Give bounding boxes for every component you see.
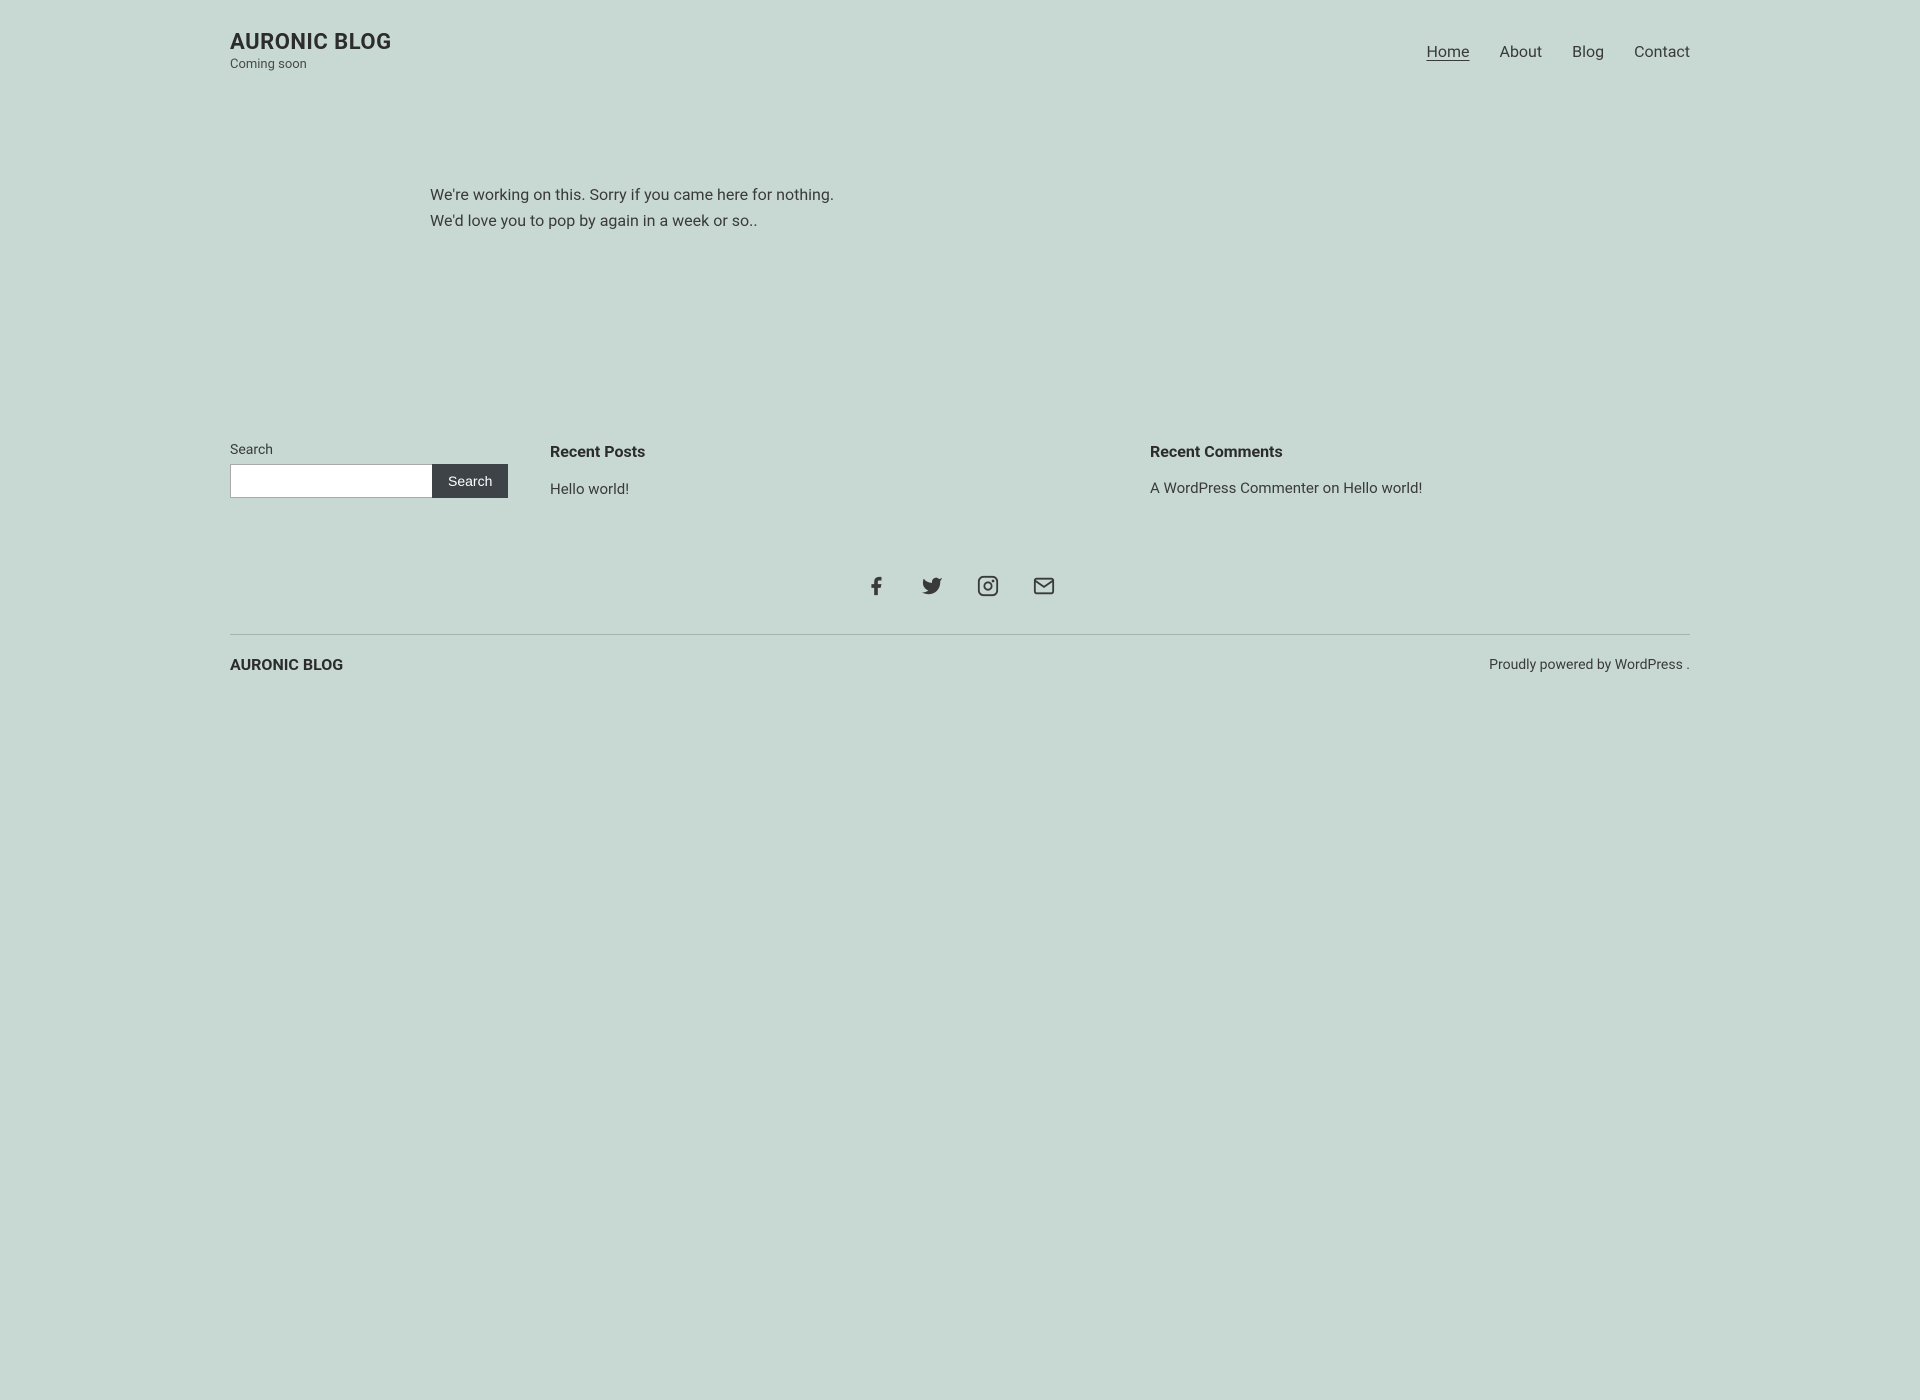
recent-comments-widget: Recent Comments A WordPress Commenter on…	[1150, 442, 1690, 497]
list-item: Hello world!	[550, 479, 1090, 498]
recent-comment-item: A WordPress Commenter on Hello world!	[1150, 479, 1690, 497]
recent-comments-title: Recent Comments	[1150, 442, 1690, 461]
footer-period: .	[1686, 657, 1690, 673]
main-content: We're working on this. Sorry if you came…	[0, 102, 1920, 402]
recent-posts-title: Recent Posts	[550, 442, 1090, 461]
widgets-area: Search Search Recent Posts Hello world! …	[0, 402, 1920, 538]
main-message: We're working on this. Sorry if you came…	[430, 182, 870, 233]
site-title[interactable]: AURONIC BLOG	[230, 30, 392, 55]
email-link[interactable]	[1026, 568, 1062, 604]
facebook-icon	[865, 575, 887, 597]
social-icons	[0, 538, 1920, 624]
commented-post-link[interactable]: Hello world!	[1343, 479, 1422, 497]
site-footer: AURONIC BLOG Proudly powered by WordPres…	[0, 635, 1920, 694]
email-icon	[1033, 575, 1055, 597]
commenter-link[interactable]: A WordPress Commenter	[1150, 479, 1319, 497]
twitter-link[interactable]	[914, 568, 950, 604]
instagram-icon	[977, 575, 999, 597]
site-branding: AURONIC BLOG Coming soon	[230, 30, 392, 72]
facebook-link[interactable]	[858, 568, 894, 604]
nav-contact[interactable]: Contact	[1634, 42, 1690, 61]
site-tagline: Coming soon	[230, 57, 392, 72]
search-form: Search	[230, 464, 490, 498]
footer-credit: Proudly powered by WordPress .	[1489, 657, 1690, 673]
nav-home[interactable]: Home	[1426, 42, 1469, 61]
instagram-link[interactable]	[970, 568, 1006, 604]
search-input[interactable]	[230, 464, 432, 498]
footer-site-title[interactable]: AURONIC BLOG	[230, 655, 343, 674]
recent-posts-list: Hello world!	[550, 479, 1090, 498]
footer-credit-text: Proudly powered by	[1489, 657, 1611, 673]
recent-posts-widget: Recent Posts Hello world!	[550, 442, 1090, 498]
site-header: AURONIC BLOG Coming soon Home About Blog…	[0, 0, 1920, 102]
search-widget: Search Search	[230, 442, 490, 498]
wordpress-link[interactable]: WordPress	[1615, 657, 1683, 673]
site-nav: Home About Blog Contact	[1426, 42, 1690, 61]
search-label: Search	[230, 442, 490, 458]
comment-on-text: on	[1323, 479, 1344, 497]
recent-post-link[interactable]: Hello world!	[550, 480, 629, 498]
twitter-icon	[921, 575, 943, 597]
nav-about[interactable]: About	[1500, 42, 1543, 61]
nav-blog[interactable]: Blog	[1572, 42, 1604, 61]
search-button[interactable]: Search	[432, 464, 508, 498]
